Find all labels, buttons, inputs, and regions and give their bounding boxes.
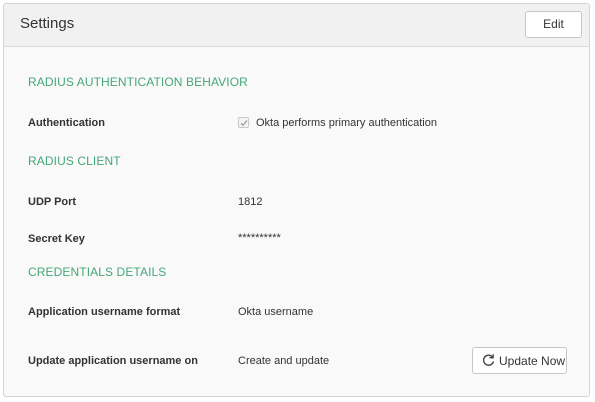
username-format-value: Okta username bbox=[238, 306, 314, 318]
username-format-label: Application username format bbox=[28, 306, 181, 318]
edit-button[interactable]: Edit bbox=[525, 11, 582, 38]
checkmark-icon bbox=[240, 120, 248, 127]
panel-title: Settings bbox=[20, 15, 75, 32]
settings-panel: Settings Edit RADIUS AUTHENTICATION BEHA… bbox=[3, 3, 590, 397]
section-title-radius-authentication: RADIUS AUTHENTICATION BEHAVIOR bbox=[28, 75, 248, 89]
secret-key-label: Secret Key bbox=[28, 233, 85, 245]
authentication-label: Authentication bbox=[28, 117, 105, 129]
section-title-credentials: CREDENTIALS DETAILS bbox=[28, 265, 167, 279]
update-on-label: Update application username on bbox=[28, 355, 198, 367]
settings-header: Settings Edit bbox=[4, 4, 589, 47]
udp-port-label: UDP Port bbox=[28, 196, 77, 208]
update-now-button[interactable]: Update Now bbox=[472, 347, 567, 374]
section-title-radius-client: RADIUS CLIENT bbox=[28, 154, 121, 168]
udp-port-value: 1812 bbox=[238, 196, 263, 208]
authentication-checkbox[interactable] bbox=[238, 117, 249, 128]
update-now-label: Update Now bbox=[499, 354, 566, 368]
authentication-option-label: Okta performs primary authentication bbox=[256, 117, 437, 129]
refresh-icon bbox=[482, 354, 494, 366]
update-on-value: Create and update bbox=[238, 355, 330, 367]
secret-key-value: ********** bbox=[238, 232, 281, 244]
